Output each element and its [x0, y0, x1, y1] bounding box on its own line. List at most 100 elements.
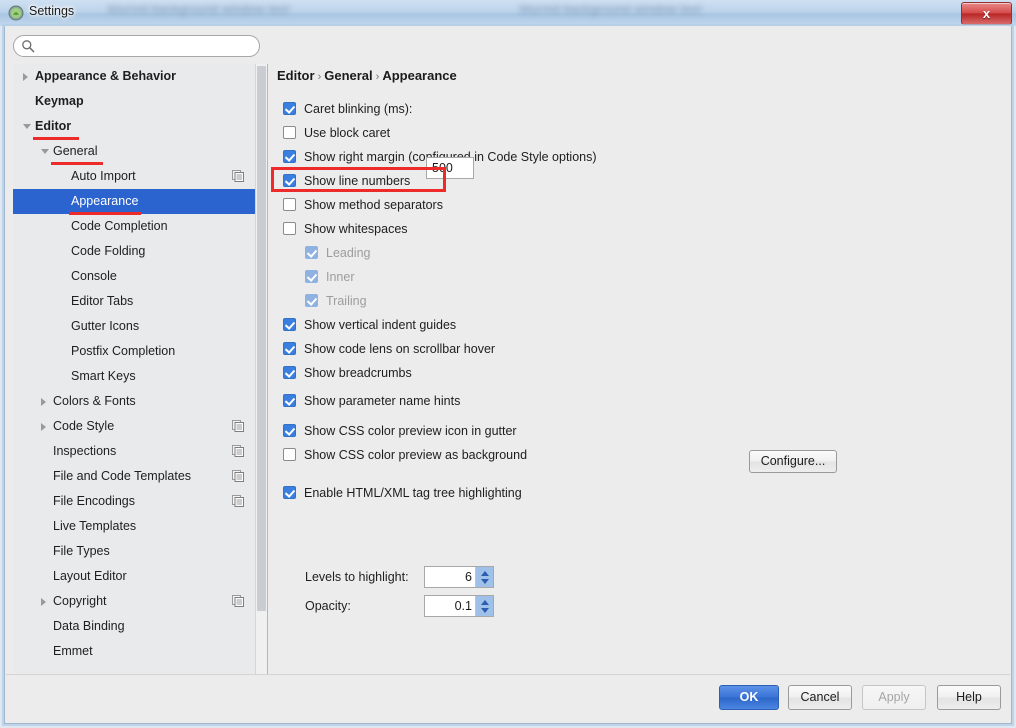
- sidebar-item-label: File and Code Templates: [53, 469, 192, 483]
- chevron-down-icon[interactable]: [23, 124, 31, 129]
- close-button[interactable]: x: [961, 2, 1012, 25]
- sidebar-item-label: File Encodings: [53, 494, 135, 508]
- sidebar-item-code-folding[interactable]: Code Folding: [13, 239, 257, 264]
- sidebar-item-editor-tabs[interactable]: Editor Tabs: [13, 289, 257, 314]
- sidebar-item-file-encodings[interactable]: File Encodings: [13, 489, 257, 514]
- sidebar-item-gutter-icons[interactable]: Gutter Icons: [13, 314, 257, 339]
- checkbox-icon[interactable]: [283, 126, 296, 139]
- checkbox-label: Caret blinking (ms):: [304, 102, 413, 116]
- opacity-spinner[interactable]: 0.1: [424, 595, 494, 617]
- checkbox-icon[interactable]: [283, 102, 296, 115]
- sidebar-item-label: Colors & Fonts: [53, 394, 136, 408]
- dialog-button-bar: OK Cancel Apply Help: [6, 674, 1010, 722]
- checkbox-icon[interactable]: [283, 174, 296, 187]
- window-title: Settings: [29, 4, 75, 18]
- sidebar-item-label: Code Style: [53, 419, 115, 433]
- breadcrumb-item[interactable]: Appearance: [382, 68, 456, 83]
- levels-spinner-buttons[interactable]: [475, 567, 493, 587]
- sidebar-item-data-binding[interactable]: Data Binding: [13, 614, 257, 639]
- sidebar-item-copyright[interactable]: Copyright: [13, 589, 257, 614]
- checkbox-label: Show CSS color preview as background: [304, 448, 528, 462]
- sidebar-item-file-types[interactable]: File Types: [13, 539, 257, 564]
- checkbox-icon[interactable]: [283, 448, 296, 461]
- spinner-down-icon[interactable]: [481, 608, 489, 613]
- apply-button: Apply: [862, 685, 926, 710]
- checkbox-icon[interactable]: [283, 366, 296, 379]
- project-scope-icon: [232, 445, 244, 457]
- search-input[interactable]: [13, 35, 260, 57]
- sidebar-item-console[interactable]: Console: [13, 264, 257, 289]
- sidebar-item-postfix-completion[interactable]: Postfix Completion: [13, 339, 257, 364]
- sidebar-item-label: Emmet: [53, 644, 93, 658]
- opacity-spinner-buttons[interactable]: [475, 596, 493, 616]
- checkbox-icon[interactable]: [283, 342, 296, 355]
- sidebar-item-label: Layout Editor: [53, 569, 127, 583]
- project-scope-icon: [232, 495, 244, 507]
- sidebar-item-code-style[interactable]: Code Style: [13, 414, 257, 439]
- breadcrumb-item[interactable]: General: [324, 68, 372, 83]
- ok-button[interactable]: OK: [719, 685, 779, 710]
- checkbox-icon[interactable]: [283, 222, 296, 235]
- chevron-right-icon[interactable]: [23, 73, 28, 81]
- caret-blinking-input[interactable]: [426, 157, 474, 179]
- sidebar-item-smart-keys[interactable]: Smart Keys: [13, 364, 257, 389]
- spinner-up-icon[interactable]: [481, 600, 489, 605]
- close-icon: x: [982, 6, 991, 21]
- sidebar-item-label: Inspections: [53, 444, 117, 458]
- checkbox-label: Show whitespaces: [304, 222, 408, 236]
- spinner-down-icon[interactable]: [481, 579, 489, 584]
- levels-to-highlight-value: 6: [465, 570, 472, 584]
- sidebar-item-label: Smart Keys: [71, 369, 136, 383]
- checkbox-label: Leading: [326, 246, 371, 260]
- sidebar-item-label: Postfix Completion: [71, 344, 176, 358]
- levels-to-highlight-spinner[interactable]: 6: [424, 566, 494, 588]
- sidebar-item-label: Console: [71, 269, 117, 283]
- sidebar-item-layout-editor[interactable]: Layout Editor: [13, 564, 257, 589]
- checkbox-icon[interactable]: [283, 198, 296, 211]
- breadcrumb-item[interactable]: Editor: [277, 68, 315, 83]
- sidebar-item-general[interactable]: General: [13, 139, 257, 164]
- sidebar-item-keymap[interactable]: Keymap: [13, 89, 257, 114]
- checkbox-icon[interactable]: [283, 394, 296, 407]
- configure-button[interactable]: Configure...: [749, 450, 837, 473]
- sidebar-item-auto-import[interactable]: Auto Import: [13, 164, 257, 189]
- sidebar-item-label: Auto Import: [71, 169, 136, 183]
- sidebar-item-label: Code Completion: [71, 219, 168, 233]
- sidebar-item-inspections[interactable]: Inspections: [13, 439, 257, 464]
- breadcrumb-separator: ›: [375, 71, 380, 83]
- sidebar-item-appearance-behavior[interactable]: Appearance & Behavior: [13, 64, 257, 89]
- sidebar-item-appearance[interactable]: Appearance: [13, 189, 257, 214]
- sidebar-scrollbar-thumb[interactable]: [257, 66, 266, 611]
- checkbox-icon[interactable]: [283, 318, 296, 331]
- checkbox-label: Show method separators: [304, 198, 443, 212]
- checkbox-icon[interactable]: [283, 486, 296, 499]
- sidebar-item-colors-fonts[interactable]: Colors & Fonts: [13, 389, 257, 414]
- sidebar-item-label: Live Templates: [53, 519, 137, 533]
- spinner-up-icon[interactable]: [481, 571, 489, 576]
- settings-category-tree[interactable]: Appearance & Behavior Keymap Editor General…: [13, 64, 268, 692]
- breadcrumb-separator: ›: [317, 71, 322, 83]
- sidebar-item-emmet[interactable]: Emmet: [13, 639, 257, 664]
- sidebar-item-file-and-code-templates[interactable]: File and Code Templates: [13, 464, 257, 489]
- sidebar-item-editor[interactable]: Editor: [13, 114, 257, 139]
- checkbox-icon[interactable]: [283, 150, 296, 163]
- window-titlebar: blurred background window text blurred b…: [0, 0, 1016, 26]
- help-button[interactable]: Help: [937, 685, 1001, 710]
- chevron-right-icon[interactable]: [41, 598, 46, 606]
- settings-app-icon: [8, 5, 24, 21]
- search-box[interactable]: [13, 35, 260, 57]
- chevron-right-icon[interactable]: [41, 423, 46, 431]
- checkbox-label: Show vertical indent guides: [304, 318, 457, 332]
- checkbox-label: Use block caret: [304, 126, 391, 140]
- sidebar-item-label: Data Binding: [53, 619, 125, 633]
- checkbox-label: Show CSS color preview icon in gutter: [304, 424, 517, 438]
- sidebar-item-code-completion[interactable]: Code Completion: [13, 214, 257, 239]
- chevron-down-icon[interactable]: [41, 149, 49, 154]
- checkbox-icon[interactable]: [283, 424, 296, 437]
- sidebar-item-live-templates[interactable]: Live Templates: [13, 514, 257, 539]
- cancel-button[interactable]: Cancel: [788, 685, 852, 710]
- project-scope-icon: [232, 420, 244, 432]
- settings-window: blurred background window text blurred b…: [0, 0, 1016, 728]
- sidebar-scrollbar-track[interactable]: [255, 64, 267, 692]
- chevron-right-icon[interactable]: [41, 398, 46, 406]
